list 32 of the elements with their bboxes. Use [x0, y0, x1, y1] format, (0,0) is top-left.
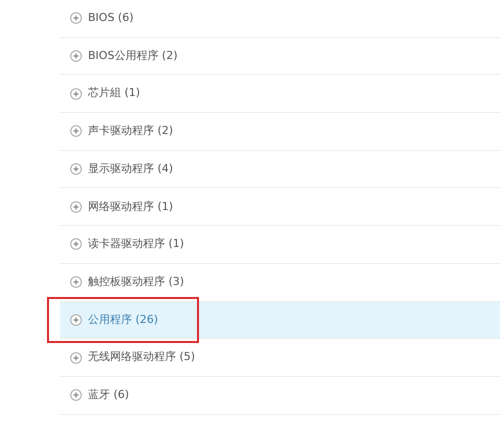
category-row[interactable]: 网络驱动程序 (1) — [60, 188, 500, 226]
category-label: BIOS公用程序 (2) — [88, 48, 178, 64]
category-row[interactable]: 芯片組 (1) — [60, 75, 500, 114]
expand-icon[interactable] — [70, 50, 82, 62]
category-label: 蓝牙 (6) — [88, 386, 130, 403]
category-row[interactable]: 无线网络驱动程序 (5) — [60, 339, 500, 377]
category-row[interactable]: 声卡驱动程序 (2) — [60, 113, 500, 151]
expand-icon[interactable] — [70, 389, 82, 402]
expand-icon[interactable] — [70, 12, 82, 24]
category-row[interactable]: 显示驱动程序 (4) — [60, 150, 500, 188]
expand-icon[interactable] — [70, 238, 82, 250]
expand-icon[interactable] — [70, 314, 82, 326]
expand-icon[interactable] — [70, 276, 82, 288]
category-label: 无线网络驱动程序 (5) — [88, 349, 196, 366]
expand-icon[interactable] — [70, 125, 82, 138]
category-label: 读卡器驱动程序 (1) — [88, 236, 184, 252]
category-row[interactable]: BIOS (6) — [60, 0, 500, 38]
category-row[interactable]: 公用程序 (26) — [60, 302, 500, 340]
expand-icon[interactable] — [70, 163, 82, 176]
expand-icon[interactable] — [70, 88, 82, 100]
category-label: 芯片組 (1) — [88, 85, 140, 102]
category-label: 触控板驱动程序 (3) — [88, 274, 184, 290]
category-row[interactable]: 读卡器驱动程序 (1) — [60, 226, 500, 264]
category-label: 显示驱动程序 (4) — [88, 160, 174, 177]
category-label: 网络驱动程序 (1) — [88, 198, 174, 215]
category-label: 声卡驱动程序 (2) — [88, 123, 174, 140]
expand-icon[interactable] — [70, 200, 82, 213]
category-label: 公用程序 (26) — [88, 312, 158, 328]
category-label: BIOS (6) — [88, 10, 134, 26]
category-row[interactable]: BIOS公用程序 (2) — [60, 38, 500, 76]
category-row[interactable]: 蓝牙 (6) — [60, 376, 500, 415]
expand-icon[interactable] — [70, 352, 82, 364]
